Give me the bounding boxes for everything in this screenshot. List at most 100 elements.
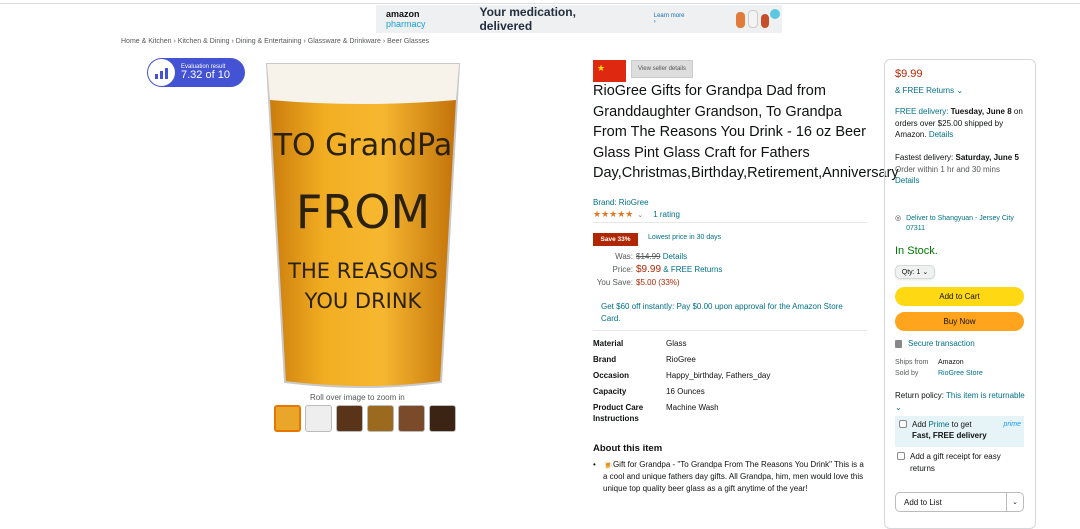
- add-to-list-label: Add to List: [904, 497, 942, 507]
- lowest-price-note: Lowest price in 30 days: [648, 234, 722, 241]
- brand-link[interactable]: Brand: RioGree: [593, 198, 649, 207]
- delivery-details-link[interactable]: Details: [929, 130, 953, 139]
- product-title: RioGree Gifts for Grandpa Dad from Grand…: [593, 83, 899, 181]
- pharmacy-banner[interactable]: amazon pharmacy Your medication, deliver…: [376, 5, 782, 33]
- prime-logo-icon: prime: [1003, 421, 1021, 428]
- spec-value: Happy_birthday, Fathers_day: [666, 371, 771, 380]
- spec-key: Capacity: [593, 387, 627, 396]
- banner-learn-more-link[interactable]: Learn more ›: [654, 13, 688, 25]
- chevron-down-icon: ⌄: [637, 211, 644, 219]
- rating-row[interactable]: ★★★★★ ⌄ 1 rating: [593, 209, 680, 220]
- fastest-label: Fastest delivery:: [895, 153, 954, 162]
- secure-transaction-link[interactable]: Secure transaction: [908, 339, 975, 348]
- price-label: Price:: [612, 265, 633, 274]
- current-price: $9.99: [636, 264, 662, 275]
- lock-icon: [895, 339, 902, 348]
- star-rating-icon: ★★★★★: [593, 209, 634, 219]
- gift-receipt-label: Add a gift receipt for easy returns: [910, 452, 1001, 473]
- thumbnail[interactable]: [429, 405, 456, 432]
- about-heading: About this item: [593, 443, 663, 454]
- save-badge: Save 33%: [593, 233, 638, 246]
- sold-by-label: Sold by: [895, 370, 919, 377]
- secure-transaction[interactable]: Secure transaction: [895, 339, 975, 348]
- spec-value: 16 Ounces: [666, 387, 705, 396]
- spec-key: Occasion: [593, 371, 630, 380]
- evaluation-badge[interactable]: Evaluation result 7.32 of 10: [147, 58, 245, 87]
- ships-sold-info: Ships from Amazon Sold by RioGree Store: [895, 357, 983, 379]
- store-card-offer[interactable]: Get $60 off instantly: Pay $0.00 upon ap…: [601, 301, 857, 325]
- prime-link[interactable]: Prime: [928, 420, 949, 429]
- return-policy-label: Return policy:: [895, 391, 944, 400]
- glass-line-3: THE REASONS: [287, 259, 438, 283]
- banner-logo: amazon pharmacy: [386, 9, 426, 29]
- buybox-free-returns-link[interactable]: & FREE Returns ⌄: [895, 86, 963, 95]
- specs-table: Material Glass Brand RioGree Occasion Happy…: [593, 338, 846, 429]
- delivery-date: Tuesday, June 8: [950, 107, 1012, 116]
- was-label: Was:: [615, 252, 633, 261]
- add-to-list-button[interactable]: Add to List ⌄: [895, 492, 1024, 512]
- ships-from-value: Amazon: [938, 359, 964, 366]
- pill-bottles-image: [728, 8, 782, 30]
- spec-key: Product Care Instructions: [593, 403, 644, 423]
- spec-key: Brand: [593, 355, 617, 364]
- chevron-down-icon[interactable]: ⌄: [1006, 493, 1023, 511]
- you-save-value: $5.00 (33%): [636, 278, 680, 287]
- about-bullet: 🍺Gift for Grandpa - "To Grandpa From The…: [593, 459, 867, 495]
- spec-value: Glass: [666, 339, 687, 348]
- details-link[interactable]: Details: [663, 250, 687, 263]
- thumbnail[interactable]: [336, 405, 363, 432]
- return-policy: Return policy: This item is returnable ⌄: [895, 390, 1025, 414]
- free-delivery-link[interactable]: FREE delivery:: [895, 107, 948, 116]
- spec-value: Machine Wash: [666, 403, 719, 412]
- thumbnail[interactable]: [398, 405, 425, 432]
- thumbnail[interactable]: [274, 405, 301, 432]
- location-pin-icon: ◎: [895, 215, 902, 222]
- china-flag-icon: ★: [593, 60, 626, 82]
- glass-line-1: TO GrandPa: [273, 128, 453, 163]
- delivery-info: FREE delivery: Tuesday, June 8 on orders…: [895, 106, 1027, 141]
- evaluation-score: 7.32 of 10: [181, 68, 230, 81]
- divider: [593, 222, 867, 223]
- divider: [593, 330, 867, 331]
- buybox-price: $9.99: [895, 68, 923, 80]
- glass-line-2: FROM: [296, 185, 430, 239]
- sold-by-link[interactable]: RioGree Store: [938, 368, 983, 379]
- gift-receipt-option[interactable]: Add a gift receipt for easy returns: [897, 451, 1025, 475]
- location-text: Deliver to Shangyuan - Jersey City 07311: [906, 215, 1014, 232]
- fastest-delivery-info: Fastest delivery: Saturday, June 5 Order…: [895, 152, 1027, 187]
- prime-add-label: Add: [912, 420, 927, 429]
- order-within: Order within 1 hr and 30 mins: [895, 164, 1000, 174]
- add-prime-option[interactable]: Add Prime to get Fast, FREE delivery pri…: [895, 416, 1024, 447]
- deliver-to-location[interactable]: ◎ Deliver to Shangyuan - Jersey City 073…: [895, 214, 1027, 234]
- thumbnail-strip: [274, 405, 456, 432]
- glass-line-4: YOU DRINK: [304, 289, 423, 313]
- top-border: [0, 0, 1080, 4]
- prime-to-get: to get: [951, 420, 972, 429]
- free-returns-link[interactable]: & FREE Returns: [663, 263, 722, 276]
- spec-value: RioGree: [666, 355, 696, 364]
- stock-status: In Stock.: [895, 245, 938, 257]
- thumbnail[interactable]: [305, 405, 332, 432]
- price-block: Was: $14.99 Details Price: $9.99 & FREE Re…: [593, 250, 723, 289]
- breadcrumb[interactable]: Home & Kitchen › Kitchen & Dining › Dini…: [121, 38, 429, 45]
- add-to-cart-button[interactable]: Add to Cart: [895, 287, 1024, 306]
- prime-benefit: Fast, FREE delivery: [912, 431, 987, 440]
- product-main-image[interactable]: TO GrandPa FROM THE REASONS YOU DRINK: [263, 60, 463, 390]
- zoom-hint: Roll over image to zoom in: [310, 393, 405, 402]
- spec-key: Material: [593, 339, 624, 348]
- prime-checkbox[interactable]: [899, 420, 907, 428]
- ships-from-label: Ships from: [895, 359, 929, 366]
- fastest-details-link[interactable]: Details: [895, 176, 919, 185]
- buy-now-button[interactable]: Buy Now: [895, 312, 1024, 331]
- bar-chart-icon: [148, 59, 175, 86]
- svg-text:★: ★: [597, 63, 605, 73]
- was-price: $14.99: [636, 252, 661, 261]
- quantity-select[interactable]: Qty: 1 ⌄: [895, 265, 935, 279]
- banner-tagline: Your medication, delivered: [479, 5, 576, 33]
- view-seller-details-button[interactable]: View seller details: [631, 60, 693, 78]
- ratings-count-link[interactable]: 1 rating: [653, 210, 680, 219]
- fastest-date: Saturday, June 5: [955, 153, 1019, 162]
- gift-checkbox[interactable]: [897, 452, 905, 460]
- you-save-label: You Save:: [596, 278, 633, 287]
- thumbnail[interactable]: [367, 405, 394, 432]
